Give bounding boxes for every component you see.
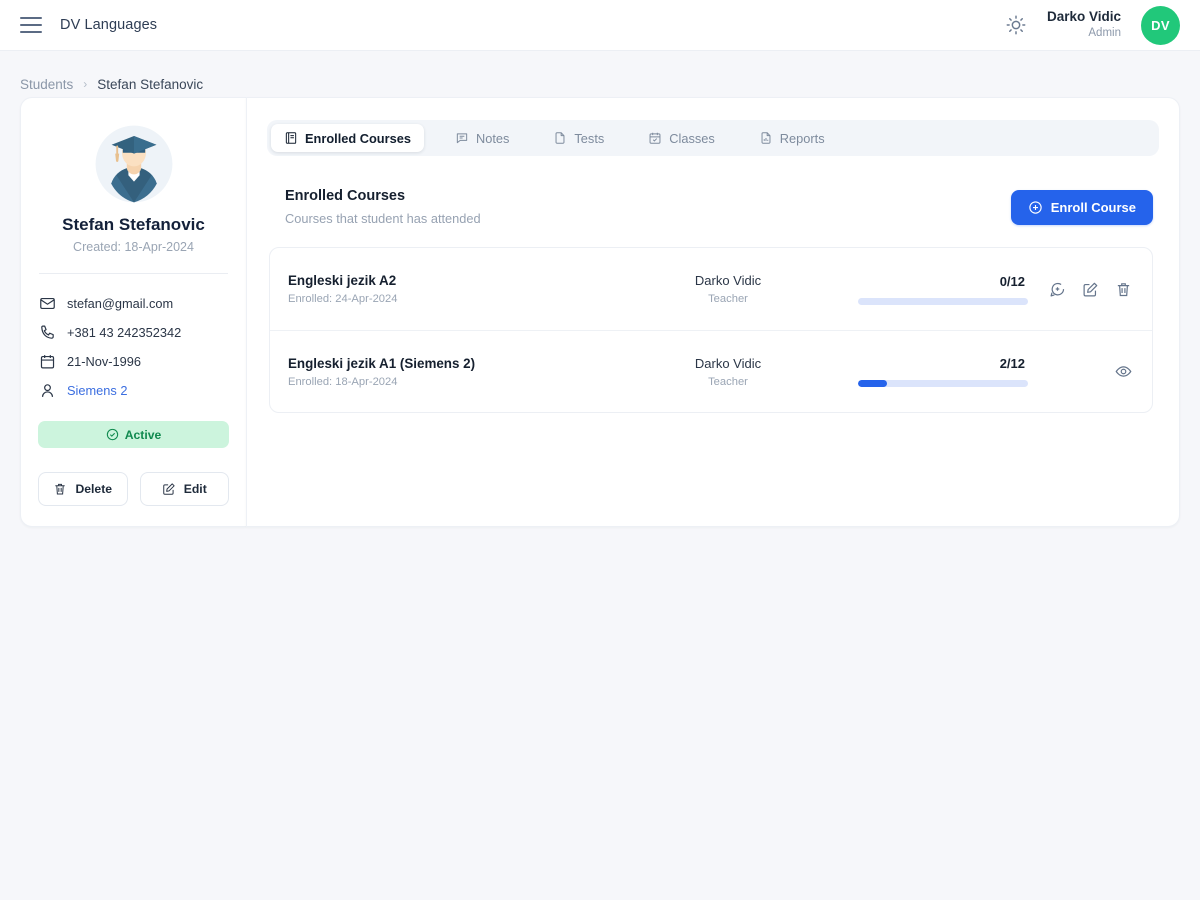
mail-icon: [40, 297, 55, 310]
course-title: Engleski jezik A1 (Siemens 2): [288, 355, 476, 371]
graduate-avatar-icon: [95, 125, 172, 203]
course-name-block: Engleski jezik A1 (Siemens 2) Enrolled: …: [288, 356, 628, 388]
calendar-icon: [40, 355, 55, 369]
user-name: Darko Vidic: [1046, 9, 1121, 25]
student-phone-row: +381 43 242352342: [38, 318, 229, 347]
course-teacher-role: Teacher: [708, 375, 748, 388]
course-progress-block: 2/12: [828, 356, 1028, 387]
edit-icon: [162, 483, 175, 495]
user-icon: [41, 384, 54, 397]
tab-classes[interactable]: Classes: [635, 124, 728, 152]
calendar-check-icon: [649, 132, 661, 144]
course-teacher-role: Teacher: [708, 293, 748, 305]
user-block[interactable]: Darko Vidic Admin: [1047, 9, 1121, 40]
student-profile-card: Stefan Stefanovic Created: 18-Apr-2024 s…: [20, 97, 246, 527]
course-teacher-name: Darko Vidic: [694, 273, 762, 288]
divider: [39, 273, 228, 274]
delete-button[interactable]: Delete: [38, 472, 128, 506]
enroll-course-button[interactable]: Enroll Course: [1010, 189, 1153, 225]
page-subtitle: Courses that student has attended: [285, 211, 481, 226]
student-actions: Delete Edit: [38, 472, 229, 506]
breadcrumb-current: Stefan Stefanovic: [97, 76, 204, 92]
message-plus-icon[interactable]: [1049, 281, 1066, 298]
status-badge: Active: [38, 421, 229, 448]
plus-circle-icon: [1029, 200, 1042, 214]
course-enrolled-date: Enrolled: 24-Apr-2024: [288, 293, 398, 305]
course-name-block: Engleski jezik A2 Enrolled: 24-Apr-2024: [288, 273, 628, 305]
section-header-text: Enrolled Courses Courses that student ha…: [285, 188, 481, 226]
tab-tests[interactable]: Tests: [540, 124, 617, 152]
student-group-row[interactable]: Siemens 2: [38, 376, 229, 405]
tab-notes[interactable]: Notes: [442, 124, 522, 152]
course-teacher-name: Darko Vidic: [694, 355, 762, 371]
table-row[interactable]: Engleski jezik A1 (Siemens 2) Enrolled: …: [270, 330, 1152, 412]
top-bar: DV Languages Darko Vidic Admin DV: [0, 0, 1200, 51]
course-progress-bar: [858, 380, 1028, 387]
student-group-link[interactable]: Siemens 2: [67, 383, 127, 398]
avatar[interactable]: DV: [1141, 5, 1180, 45]
trash-icon[interactable]: [1115, 281, 1132, 298]
student-created-date: Created: 18-Apr-2024: [73, 240, 194, 254]
breadcrumb: Students › Stefan Stefanovic: [0, 51, 1200, 97]
student-phone: +381 43 242352342: [67, 325, 182, 340]
user-role: Admin: [1088, 27, 1121, 40]
tab-reports-label: Reports: [779, 130, 825, 146]
check-circle-icon: [106, 428, 118, 441]
delete-button-label: Delete: [75, 482, 113, 496]
student-birthdate: 21-Nov-1996: [67, 354, 141, 369]
breadcrumb-separator: ›: [83, 77, 88, 91]
app-title: DV Languages: [60, 17, 158, 33]
course-row-actions: [1028, 363, 1132, 380]
course-title: Engleski jezik A2: [288, 273, 397, 288]
student-detail-panel: Enrolled Courses Notes Tests Classes Rep…: [246, 97, 1180, 527]
status-label: Active: [124, 427, 162, 442]
course-progress-count: 0/12: [999, 273, 1025, 289]
top-bar-right: Darko Vidic Admin DV: [1005, 5, 1180, 45]
tab-enrolled-courses-label: Enrolled Courses: [305, 130, 411, 146]
course-progress-fill: [858, 380, 887, 387]
student-birthdate-row: 21-Nov-1996: [38, 347, 229, 376]
enroll-course-button-label: Enroll Course: [1050, 199, 1136, 215]
tab-reports[interactable]: Reports: [746, 124, 838, 152]
tab-classes-label: Classes: [669, 130, 715, 146]
edit-button-label: Edit: [183, 482, 207, 496]
student-email: stefan@gmail.com: [67, 296, 174, 311]
tab-enrolled-courses[interactable]: Enrolled Courses: [271, 124, 424, 152]
tab-notes-label: Notes: [475, 130, 510, 146]
tab-tests-label: Tests: [574, 130, 605, 146]
course-teacher-block: Darko Vidic Teacher: [628, 356, 828, 388]
hamburger-icon[interactable]: [20, 17, 42, 33]
course-progress-block: 0/12: [828, 274, 1028, 305]
report-icon: [761, 132, 771, 144]
message-icon: [456, 133, 468, 144]
edit-icon[interactable]: [1082, 281, 1099, 298]
course-progress-bar: [858, 297, 1028, 305]
tab-bar: Enrolled Courses Notes Tests Classes Rep…: [267, 120, 1159, 156]
file-icon: [555, 132, 565, 144]
book-icon: [285, 132, 297, 144]
edit-button[interactable]: Edit: [139, 472, 229, 506]
course-teacher-block: Darko Vidic Teacher: [628, 273, 828, 305]
course-row-actions: [1028, 281, 1132, 298]
page-content: Stefan Stefanovic Created: 18-Apr-2024 s…: [0, 97, 1200, 527]
course-progress-count: 2/12: [999, 356, 1025, 371]
table-row[interactable]: Engleski jezik A2 Enrolled: 24-Apr-2024 …: [270, 248, 1152, 330]
page-title: Enrolled Courses: [285, 188, 406, 204]
course-enrolled-date: Enrolled: 18-Apr-2024: [288, 375, 398, 388]
student-email-row: stefan@gmail.com: [38, 289, 229, 318]
section-header: Enrolled Courses Courses that student ha…: [285, 188, 1153, 226]
phone-icon: [41, 325, 54, 339]
breadcrumb-students[interactable]: Students: [20, 77, 73, 92]
eye-icon[interactable]: [1115, 363, 1132, 380]
sun-icon[interactable]: [1005, 14, 1027, 36]
trash-icon: [55, 483, 66, 495]
enrolled-courses-list: Engleski jezik A2 Enrolled: 24-Apr-2024 …: [269, 247, 1153, 413]
student-name: Stefan Stefanovic: [62, 215, 205, 234]
student-info-list: stefan@gmail.com +381 43 242352342 21-No…: [38, 289, 229, 405]
